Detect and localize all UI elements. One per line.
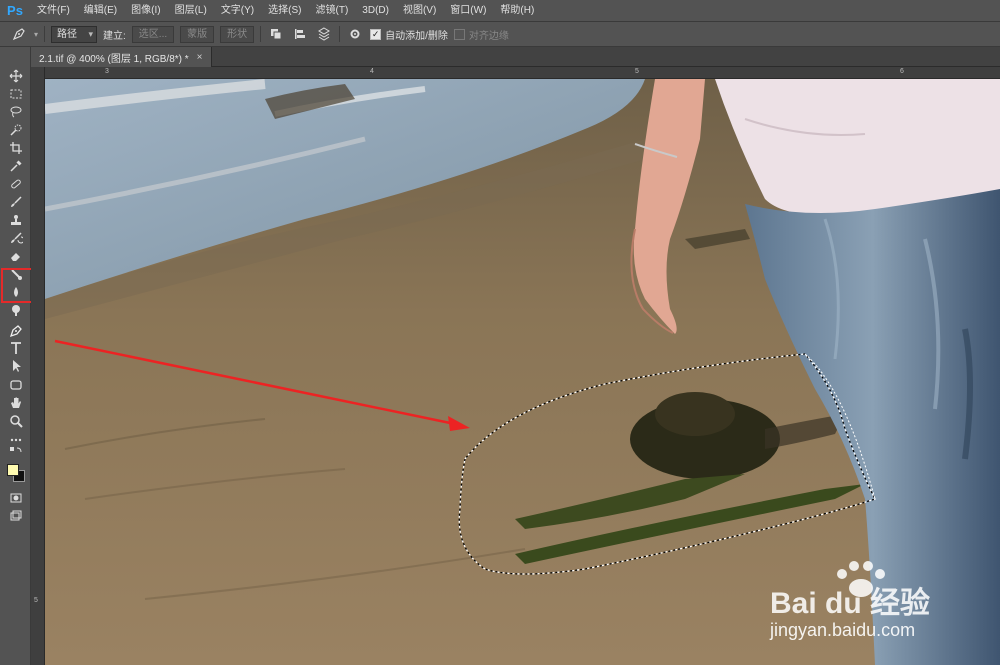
ruler-label: 5 [635, 68, 639, 75]
menu-layer[interactable]: 图层(L) [168, 0, 214, 22]
menu-edit[interactable]: 编辑(E) [77, 0, 124, 22]
auto-add-delete-label: 自动添加/删除 [385, 30, 448, 42]
rectangle-tool-icon[interactable] [6, 376, 26, 393]
screen-mode-icon[interactable] [6, 507, 26, 524]
dodge-tool-icon[interactable] [6, 301, 26, 318]
make-label: 建立: [103, 30, 126, 42]
marquee-tool-icon[interactable] [6, 85, 26, 102]
clone-stamp-tool-icon[interactable] [6, 211, 26, 228]
align-edges-option[interactable]: ✓ 对齐边缘 [453, 27, 509, 42]
close-icon[interactable]: × [197, 52, 203, 63]
ruler-label: 6 [900, 68, 904, 75]
quick-mask-icon[interactable] [6, 489, 26, 506]
swap-colors-icon[interactable] [6, 447, 26, 457]
path-operations-icon[interactable] [267, 25, 285, 43]
menu-select[interactable]: 选择(S) [261, 0, 308, 22]
ruler-label: 3 [105, 68, 109, 75]
path-alignment-icon[interactable] [291, 25, 309, 43]
auto-add-delete-checkbox[interactable]: ✓ [370, 28, 382, 40]
menu-view[interactable]: 视图(V) [396, 0, 443, 22]
divider [44, 26, 46, 42]
tool-mode-select[interactable]: 路径 [51, 25, 98, 43]
watermark-url: jingyan.baidu.com [770, 620, 916, 640]
ruler-horizontal: 3 4 5 6 [45, 67, 1000, 79]
history-brush-tool-icon[interactable] [6, 229, 26, 246]
divider [339, 26, 341, 42]
menu-filter[interactable]: 滤镜(T) [309, 0, 356, 22]
watermark-brand: Bai du 经验 [770, 587, 931, 620]
quick-select-tool-icon[interactable] [6, 121, 26, 138]
document-tab-title: 2.1.tif @ 400% (图层 1, RGB/8*) * [39, 53, 189, 65]
ruler-label: 4 [370, 68, 374, 75]
zoom-tool-icon[interactable] [6, 412, 26, 429]
menu-file[interactable]: 文件(F) [30, 0, 77, 22]
baidu-jingyan-watermark: Bai du 经验 jingyan.baidu.com [770, 560, 970, 650]
foreground-color-swatch[interactable] [7, 464, 19, 476]
chevron-down-icon[interactable]: ▾ [34, 30, 38, 39]
brush-tool-icon[interactable] [6, 193, 26, 210]
gear-icon[interactable] [346, 25, 364, 43]
move-tool-icon[interactable] [6, 67, 26, 84]
type-tool-icon[interactable] [6, 339, 26, 356]
path-selection-tool-icon[interactable] [6, 357, 26, 374]
lasso-tool-icon[interactable] [6, 103, 26, 120]
document-tab[interactable]: 2.1.tif @ 400% (图层 1, RGB/8*) * × [31, 47, 212, 67]
menu-window[interactable]: 窗口(W) [443, 0, 493, 22]
ruler-vertical: 5 [31, 67, 45, 665]
path-arrangement-icon[interactable] [315, 25, 333, 43]
menu-image[interactable]: 图像(I) [124, 0, 167, 22]
hand-tool-icon[interactable] [6, 394, 26, 411]
make-shape-button[interactable]: 形状 [220, 25, 255, 43]
menu-help[interactable]: 帮助(H) [493, 0, 541, 22]
photoshop-logo: Ps [7, 3, 23, 18]
ruler-label: 5 [34, 597, 38, 604]
divider [260, 26, 262, 42]
make-selection-button[interactable]: 选区... [131, 25, 175, 43]
eraser-tool-icon[interactable] [6, 247, 26, 264]
tools-panel [0, 47, 31, 665]
pen-tool-icon[interactable] [6, 322, 26, 339]
eyedropper-tool-icon[interactable] [6, 157, 26, 174]
make-mask-button[interactable]: 蒙版 [180, 25, 215, 43]
healing-brush-tool-icon[interactable] [6, 175, 26, 192]
align-edges-checkbox[interactable]: ✓ [453, 28, 465, 40]
menu-3d[interactable]: 3D(D) [355, 0, 396, 22]
menu-type[interactable]: 文字(Y) [214, 0, 261, 22]
crop-tool-icon[interactable] [6, 139, 26, 156]
auto-add-delete-option[interactable]: ✓ 自动添加/删除 [370, 27, 448, 42]
pen-tool-preset-icon[interactable] [10, 25, 28, 43]
options-bar: ▾ 路径 建立: 选区... 蒙版 形状 ✓ 自动添加/删除 ✓ 对齐边缘 [0, 22, 1000, 47]
menu-bar: Ps 文件(F) 编辑(E) 图像(I) 图层(L) 文字(Y) 选择(S) 滤… [0, 0, 1000, 22]
align-edges-label: 对齐边缘 [468, 30, 509, 42]
document-tab-bar: 2.1.tif @ 400% (图层 1, RGB/8*) * × [31, 47, 1000, 67]
